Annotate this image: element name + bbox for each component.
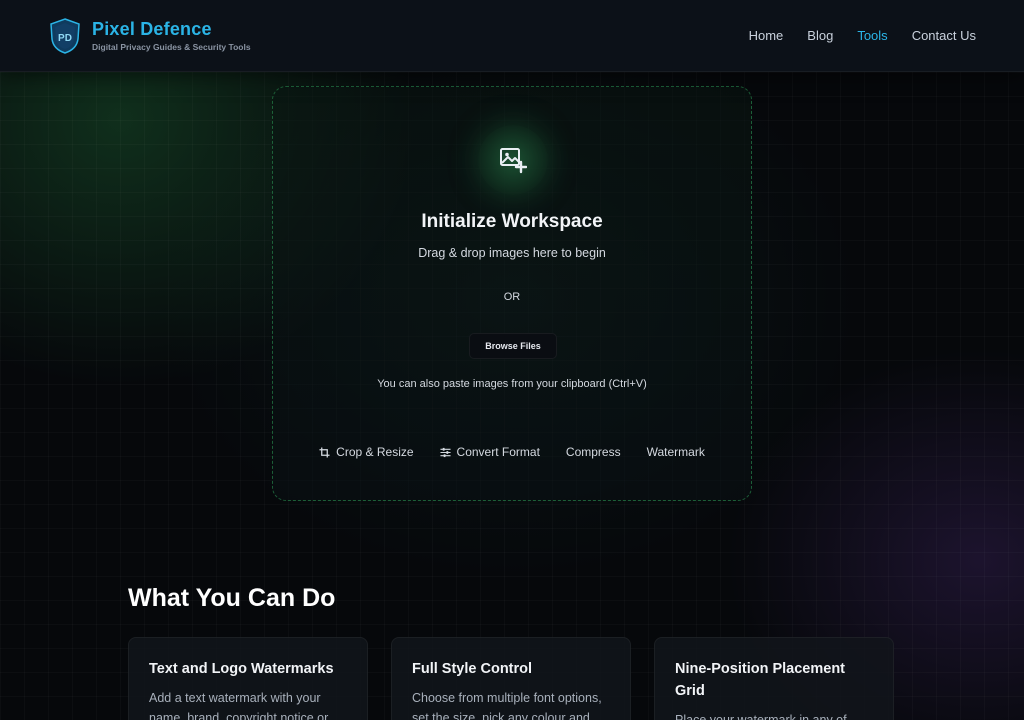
card-text: Place your watermark in any of [675, 713, 847, 720]
brand[interactable]: Pixel Defence Digital Privacy Guides & S… [92, 19, 251, 52]
feature-label: Compress [565, 445, 621, 459]
feature-card-watermarks[interactable]: Text and Logo Watermarks Add a text wate… [128, 637, 368, 720]
shield-logo-icon[interactable]: PD [48, 17, 82, 55]
card-text: Choose from multiple font options, set t… [412, 691, 602, 720]
feature-list: Crop & Resize Convert Format Compress Wa… [273, 445, 751, 459]
card-title: Text and Logo Watermarks [149, 661, 334, 677]
upload-icon-badge [478, 125, 548, 195]
main-nav: Home Blog Tools Contact Us [749, 28, 976, 43]
feature-watermark[interactable]: Watermark [647, 445, 705, 459]
sliders-icon [440, 447, 451, 457]
card-title: Full Style Control [412, 661, 533, 677]
image-add-icon [500, 148, 527, 174]
brand-title: Pixel Defence [92, 19, 212, 39]
feature-card-style-control[interactable]: Full Style Control Choose from multiple … [391, 637, 631, 720]
paste-hint: You can also paste images from your clip… [377, 378, 647, 390]
nav-home[interactable]: Home [749, 28, 784, 43]
nav-contact[interactable]: Contact Us [912, 28, 976, 43]
feature-crop-resize[interactable]: Crop & Resize [319, 445, 414, 459]
dropzone-title: Initialize Workspace [421, 211, 603, 232]
browse-files-button[interactable]: Browse Files [469, 333, 557, 359]
site-header: PD Pixel Defence Digital Privacy Guides … [0, 0, 1024, 72]
nav-tools[interactable]: Tools [857, 28, 887, 43]
crop-icon [319, 446, 330, 458]
feature-label: Watermark [646, 445, 705, 459]
dropzone-or: OR [503, 291, 521, 303]
section-title: What You Can Do [128, 584, 336, 612]
card-title: Nine-Position Placement Grid [675, 661, 846, 699]
svg-text:PD: PD [58, 33, 72, 44]
brand-subtitle: Digital Privacy Guides & Security Tools [92, 42, 251, 52]
feature-card-placement-grid[interactable]: Nine-Position Placement Grid Place your … [654, 637, 894, 720]
image-dropzone[interactable]: Initialize Workspace Drag & drop images … [272, 86, 752, 501]
dropzone-subtitle: Drag & drop images here to begin [418, 246, 606, 260]
card-text: Add a text watermark with your name, bra… [149, 691, 329, 720]
feature-label: Crop & Resize [336, 445, 414, 459]
nav-blog[interactable]: Blog [807, 28, 833, 43]
feature-label: Convert Format [456, 445, 540, 459]
feature-convert-format[interactable]: Convert Format [440, 445, 540, 459]
feature-compress[interactable]: Compress [566, 445, 621, 459]
